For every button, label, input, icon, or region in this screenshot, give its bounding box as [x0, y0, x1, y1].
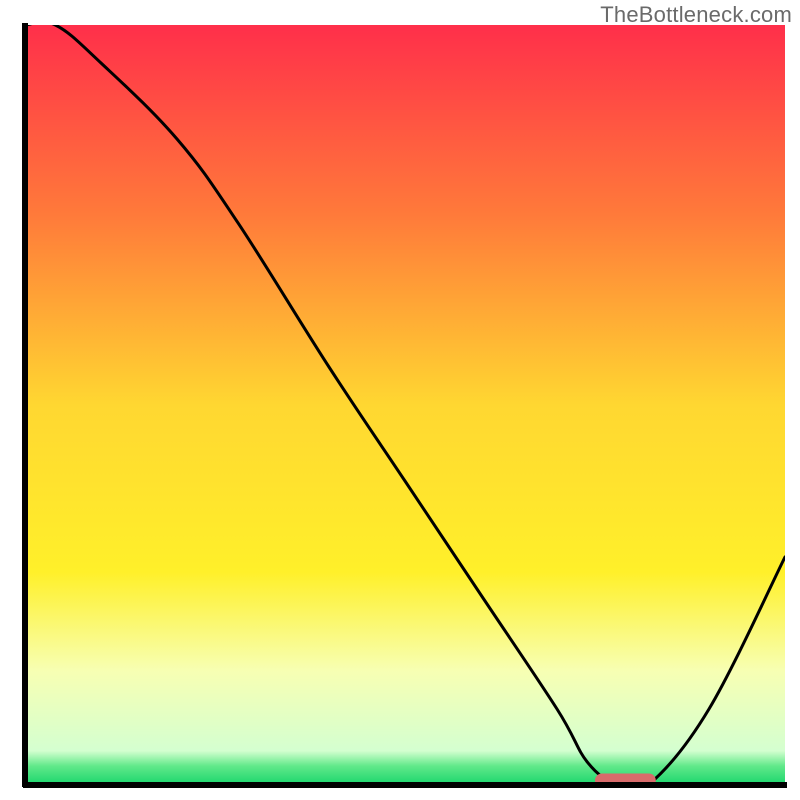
watermark-text: TheBottleneck.com — [600, 2, 792, 28]
chart-svg — [0, 0, 800, 800]
chart-container: TheBottleneck.com — [0, 0, 800, 800]
gradient-background — [25, 25, 785, 785]
